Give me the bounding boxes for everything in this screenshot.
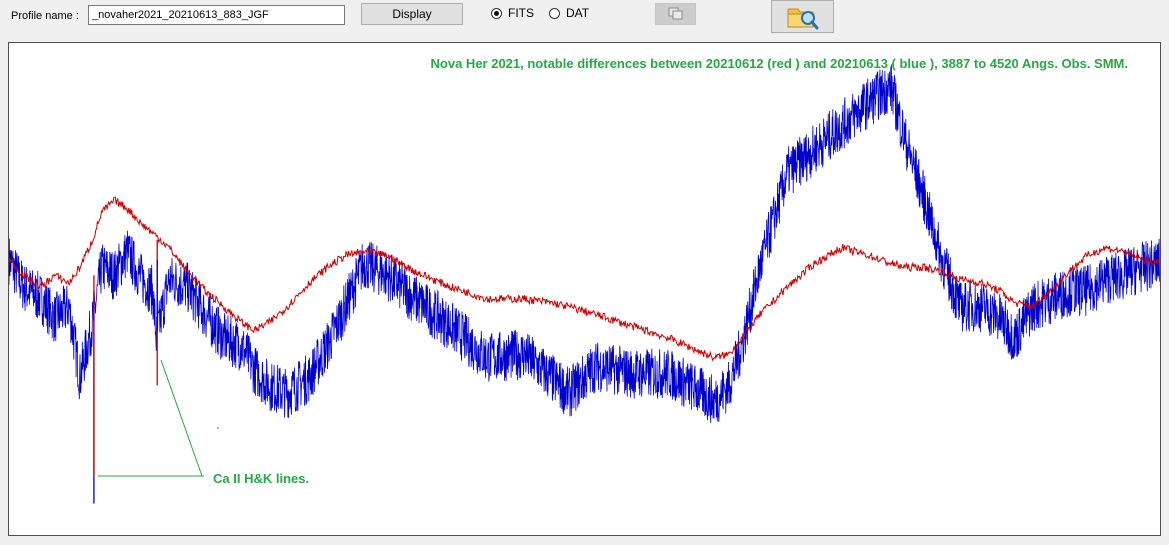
folder-search-icon: [787, 8, 818, 29]
spectrum-series-2: [9, 196, 1160, 362]
profile-name-label: Profile name :: [11, 10, 79, 22]
annotation-pointers: [98, 359, 219, 477]
radio-dat-label: DAT: [566, 6, 590, 20]
spectrum-plot: Nova Her 2021, notable differences betwe…: [8, 42, 1161, 536]
toolbar: Profile name : Display FITS DAT: [0, 0, 1169, 38]
radio-dat-indicator[interactable]: [549, 7, 560, 19]
display-button[interactable]: Display: [361, 3, 463, 25]
profile-name-input[interactable]: [88, 5, 345, 25]
plot-title: Nova Her 2021, notable differences betwe…: [430, 56, 1128, 71]
radio-dat[interactable]: DAT: [549, 6, 589, 20]
radio-fits-label: FITS: [508, 6, 534, 20]
spectrum-plot-area: [9, 64, 1160, 504]
browse-folder-button[interactable]: [771, 0, 834, 33]
radio-fits[interactable]: FITS: [491, 6, 534, 20]
annotation-label: Ca II H&K lines.: [213, 471, 310, 486]
radio-fits-indicator[interactable]: [491, 7, 502, 19]
copy-icon: [668, 7, 682, 20]
copy-button[interactable]: [655, 3, 696, 25]
annotation-pointer-k-line: [160, 359, 203, 477]
spectrum-series-1: [9, 64, 1160, 424]
